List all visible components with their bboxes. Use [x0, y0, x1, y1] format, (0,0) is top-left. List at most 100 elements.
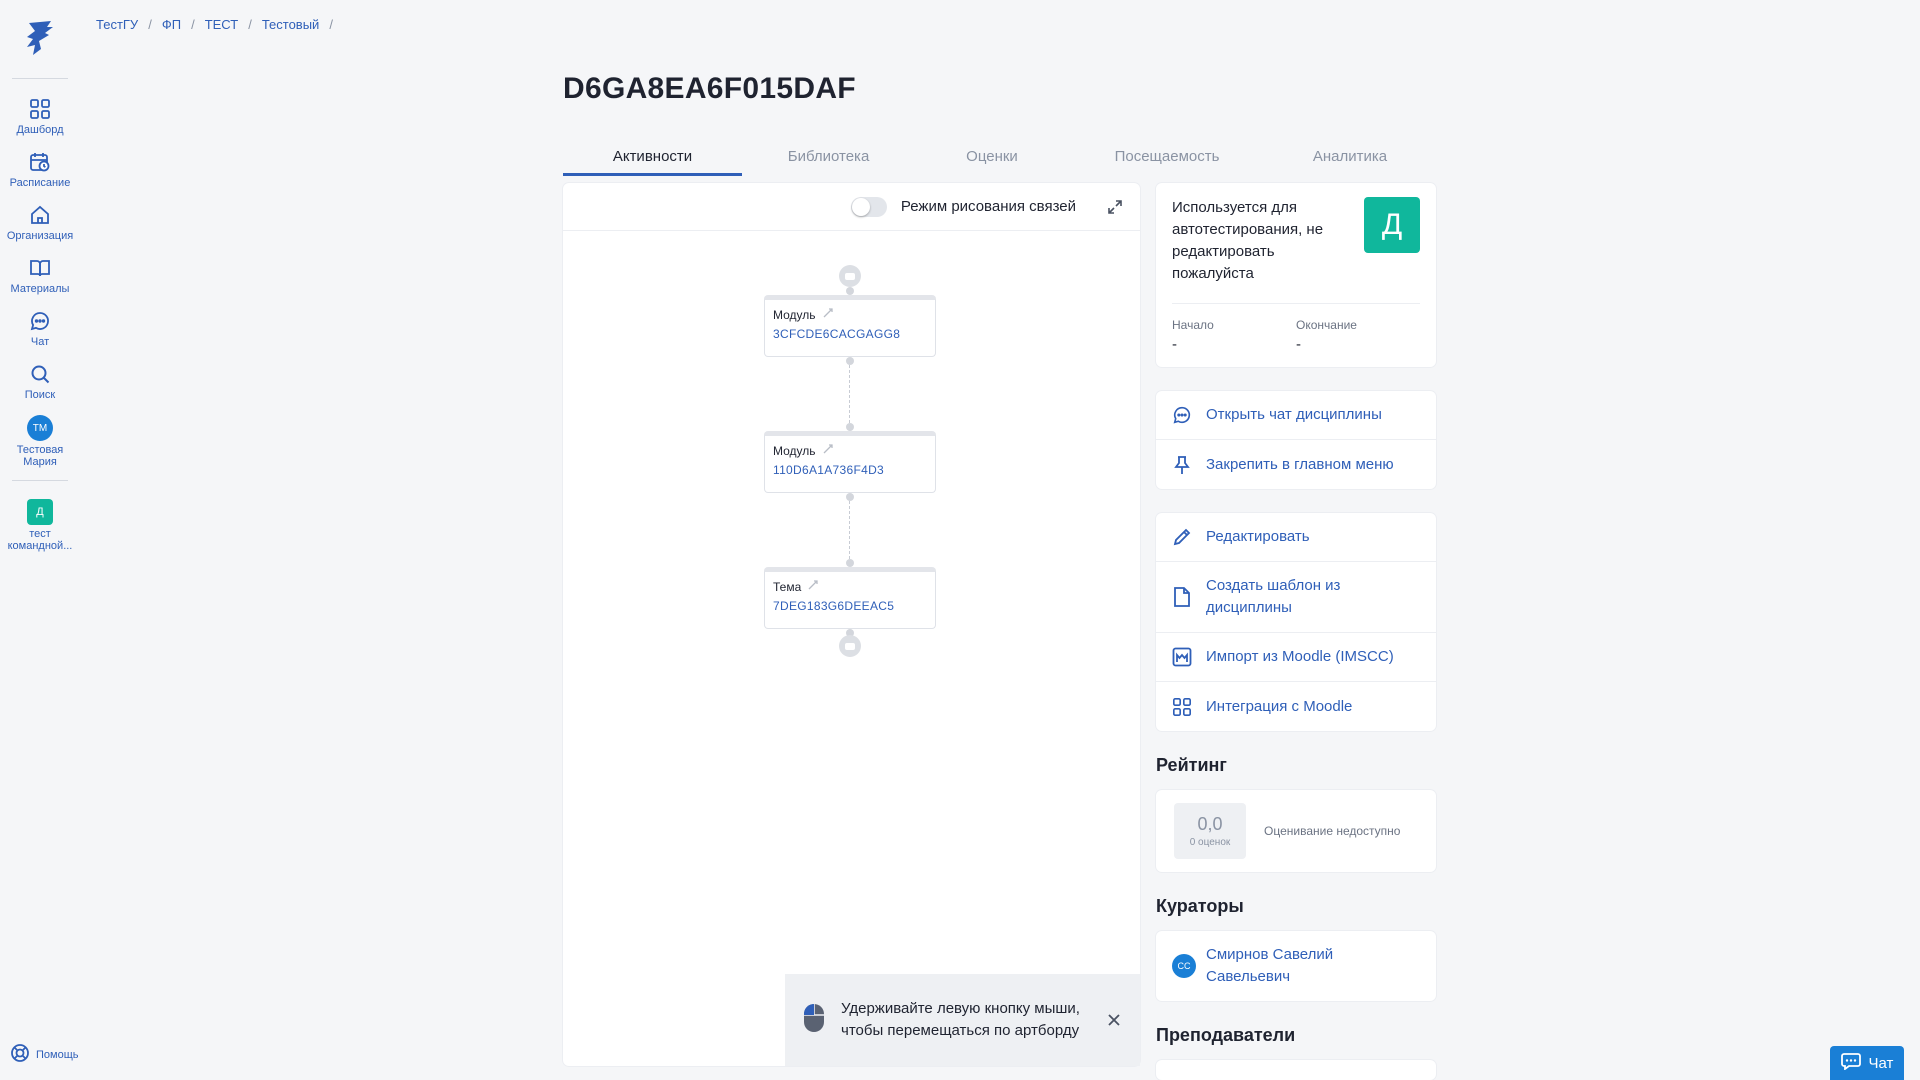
sidebar-item-organization[interactable]: Организация [0, 195, 80, 248]
sidebar-divider [12, 78, 68, 79]
curator-name[interactable]: Смирнов Савелий Савельевич [1206, 944, 1356, 988]
link-icon[interactable] [822, 307, 834, 322]
connector-dot [846, 357, 854, 365]
open-course-chat-button[interactable]: Открыть чат дисциплины [1156, 391, 1436, 440]
document-icon [1172, 587, 1192, 607]
edit-button[interactable]: Редактировать [1156, 513, 1436, 562]
link-icon[interactable] [822, 443, 834, 458]
course-info-card: Используется для автотестирования, не ре… [1156, 183, 1436, 367]
import-moodle-button[interactable]: Импорт из Moodle (IMSCC) [1156, 633, 1436, 682]
team-avatar: Д [27, 499, 53, 525]
expand-icon[interactable] [1106, 198, 1124, 216]
breadcrumb-separator: / [248, 17, 252, 32]
breadcrumb: ТестГУ / ФП / ТЕСТ / Тестовый / [96, 17, 333, 32]
chat-widget-label: Чат [1868, 1054, 1894, 1072]
chat-icon [28, 309, 52, 333]
app-logo[interactable] [22, 18, 58, 58]
node-type: Модуль [773, 307, 816, 322]
link-drawing-toggle[interactable] [850, 196, 887, 217]
breadcrumb-item[interactable]: Тестовый [262, 17, 320, 32]
node-code[interactable]: 3CFCDE6CACGAGG8 [773, 327, 927, 341]
sidebar-item-search[interactable]: Поиск [0, 354, 80, 407]
breadcrumb-item[interactable]: ТЕСТ [205, 17, 239, 32]
action-label: Редактировать [1206, 528, 1310, 545]
course-sidebar: Используется для автотестирования, не ре… [1156, 183, 1436, 1080]
dashboard-icon [28, 97, 52, 121]
chat-icon [1840, 1052, 1861, 1074]
create-template-button[interactable]: Создать шаблон из дисциплины [1156, 562, 1436, 633]
user-avatar: ТМ [27, 415, 53, 441]
course-dates: Начало - Окончание - [1172, 303, 1420, 367]
rating-value: 0,0 [1197, 814, 1223, 834]
sidebar-item-team[interactable]: Д тест командной... [0, 491, 80, 558]
course-description: Используется для автотестирования, не ре… [1172, 199, 1324, 282]
rating-score: 0,0 0 оценок [1174, 803, 1246, 859]
curator-item[interactable]: СС Смирнов Савелий Савельевич [1156, 931, 1436, 1001]
user-name: Тестовая Мария [16, 444, 64, 468]
tab-analytics[interactable]: Аналитика [1265, 146, 1435, 176]
sidebar-item-schedule[interactable]: Расписание [0, 142, 80, 195]
search-icon [28, 362, 52, 386]
activity-node[interactable]: Модуль 3CFCDE6CACGAGG8 [764, 295, 936, 357]
organization-icon [28, 203, 52, 227]
connector-line [849, 365, 850, 423]
hint-text: Удерживайте левую кнопку мыши, чтобы пер… [841, 1000, 1080, 1039]
link-icon[interactable] [807, 579, 819, 594]
sidebar-item-chat[interactable]: Чат [0, 301, 80, 354]
curator-avatar: СС [1172, 954, 1196, 978]
sidebar: Дашборд Расписание Организация Материалы… [0, 0, 80, 1080]
activity-node[interactable]: Тема 7DEG183G6DEEAC5 [764, 567, 936, 629]
breadcrumb-item[interactable]: ФП [162, 17, 181, 32]
node-type: Модуль [773, 443, 816, 458]
pencil-icon [1172, 527, 1192, 547]
page-title: D6GA8EA6F015DAF [563, 72, 856, 105]
help-link[interactable]: Помощь [10, 1043, 79, 1066]
tab-library[interactable]: Библиотека [742, 146, 915, 176]
connector-dot [846, 559, 854, 567]
moodle-icon [1172, 647, 1192, 667]
breadcrumb-item[interactable]: ТестГУ [96, 17, 138, 32]
connector-dot [846, 287, 854, 295]
close-icon[interactable] [1106, 1012, 1122, 1028]
node-code[interactable]: 7DEG183G6DEEAC5 [773, 599, 927, 613]
sidebar-item-label: Организация [6, 230, 74, 242]
start-value: - [1172, 336, 1177, 353]
tab-grades[interactable]: Оценки [915, 146, 1069, 176]
book-icon [28, 256, 52, 280]
grid-icon [1172, 697, 1192, 717]
lifebuoy-icon [10, 1043, 30, 1066]
calendar-icon [28, 150, 52, 174]
rating-card: 0,0 0 оценок Оценивание недоступно [1156, 790, 1436, 872]
activity-node[interactable]: Модуль 110D6A1A736F4D3 [764, 431, 936, 493]
tab-attendance[interactable]: Посещаемость [1069, 146, 1265, 176]
node-code[interactable]: 110D6A1A736F4D3 [773, 463, 927, 477]
pin-icon [1172, 455, 1192, 475]
sidebar-item-label: Поиск [24, 389, 56, 401]
sidebar-item-label: Дашборд [16, 124, 64, 136]
chat-widget-button[interactable]: Чат [1830, 1046, 1904, 1080]
sidebar-item-profile[interactable]: ТМ Тестовая Мария [0, 407, 80, 474]
tab-activities[interactable]: Активности [563, 146, 742, 176]
end-label: Окончание [1296, 318, 1357, 332]
quick-actions-card: Открыть чат дисциплины Закрепить в главн… [1156, 391, 1436, 489]
tab-bar: Активности Библиотека Оценки Посещаемост… [563, 146, 1435, 176]
breadcrumb-separator: / [329, 17, 333, 32]
sidebar-item-dashboard[interactable]: Дашборд [0, 89, 80, 142]
sidebar-item-label: Расписание [9, 177, 71, 189]
pin-to-menu-button[interactable]: Закрепить в главном меню [1156, 440, 1436, 489]
end-node[interactable] [839, 635, 861, 657]
canvas-toolbar: Режим рисования связей [563, 183, 1140, 231]
start-node[interactable] [839, 265, 861, 287]
action-label: Интеграция с Moodle [1206, 697, 1353, 715]
action-label: Закрепить в главном меню [1206, 455, 1394, 473]
start-label: Начало [1172, 318, 1214, 332]
moodle-integration-button[interactable]: Интеграция с Moodle [1156, 682, 1436, 731]
rating-count: 0 оценок [1189, 837, 1231, 848]
sidebar-divider [12, 480, 68, 481]
activities-canvas[interactable]: Режим рисования связей Модуль 3CFCDE6CAC… [563, 183, 1140, 1066]
link-drawing-toggle-label: Режим рисования связей [900, 198, 1076, 215]
hint-toast: Удерживайте левую кнопку мыши, чтобы пер… [785, 974, 1140, 1066]
sidebar-item-materials[interactable]: Материалы [0, 248, 80, 301]
connector-line [849, 501, 850, 559]
breadcrumb-separator: / [191, 17, 195, 32]
